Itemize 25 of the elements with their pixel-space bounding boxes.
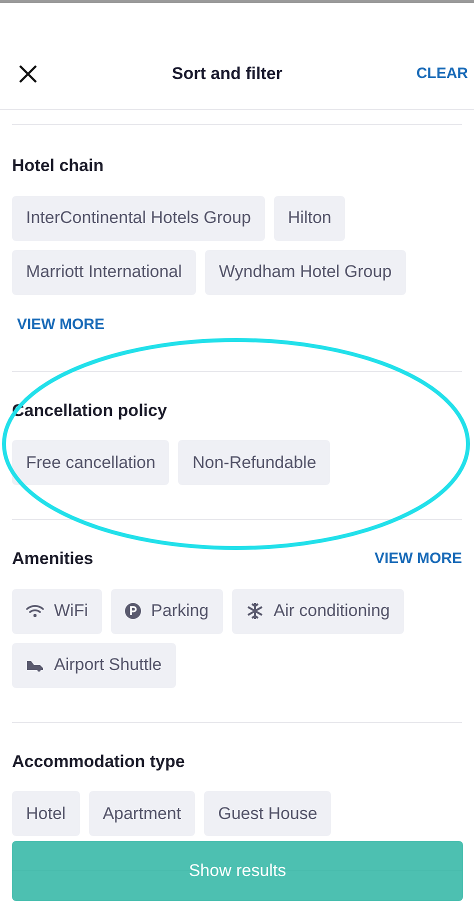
filter-chip[interactable]: Apartment bbox=[88, 791, 196, 836]
filter-chip[interactable]: Hilton bbox=[274, 196, 346, 240]
filter-chip[interactable]: InterContinental Hotels Group bbox=[12, 196, 265, 240]
wifi-icon bbox=[26, 604, 44, 618]
filter-chip[interactable]: Guest House bbox=[204, 791, 332, 836]
clear-button[interactable]: CLEAR bbox=[416, 62, 468, 86]
view-more-link[interactable]: VIEW MORE bbox=[17, 314, 105, 336]
filter-chip[interactable]: WiFi bbox=[12, 588, 102, 634]
view-more-link[interactable]: VIEW MORE bbox=[374, 548, 462, 570]
section-title: Accommodation type bbox=[12, 750, 185, 772]
vehicle-icon bbox=[26, 658, 44, 672]
filter-chip[interactable]: Parking bbox=[110, 588, 223, 634]
close-icon[interactable] bbox=[18, 64, 38, 84]
filter-chip[interactable]: Wyndham Hotel Group bbox=[204, 250, 406, 294]
section-title: Amenities bbox=[12, 548, 94, 570]
filter-chip[interactable]: Hotel bbox=[12, 791, 80, 836]
filter-chip[interactable]: Marriott International bbox=[12, 250, 196, 294]
filter-chip[interactable]: Non-Refundable bbox=[178, 440, 330, 485]
filter-chip[interactable]: Free cancellation bbox=[12, 440, 170, 485]
snowflake-icon bbox=[246, 602, 264, 620]
section-title: Hotel chain bbox=[12, 155, 104, 177]
filter-chip[interactable]: Airport Shuttle bbox=[12, 642, 176, 688]
page-title: Sort and filter bbox=[172, 63, 282, 86]
filter-chip[interactable]: Air conditioning bbox=[232, 588, 404, 634]
parking-icon bbox=[124, 603, 141, 619]
